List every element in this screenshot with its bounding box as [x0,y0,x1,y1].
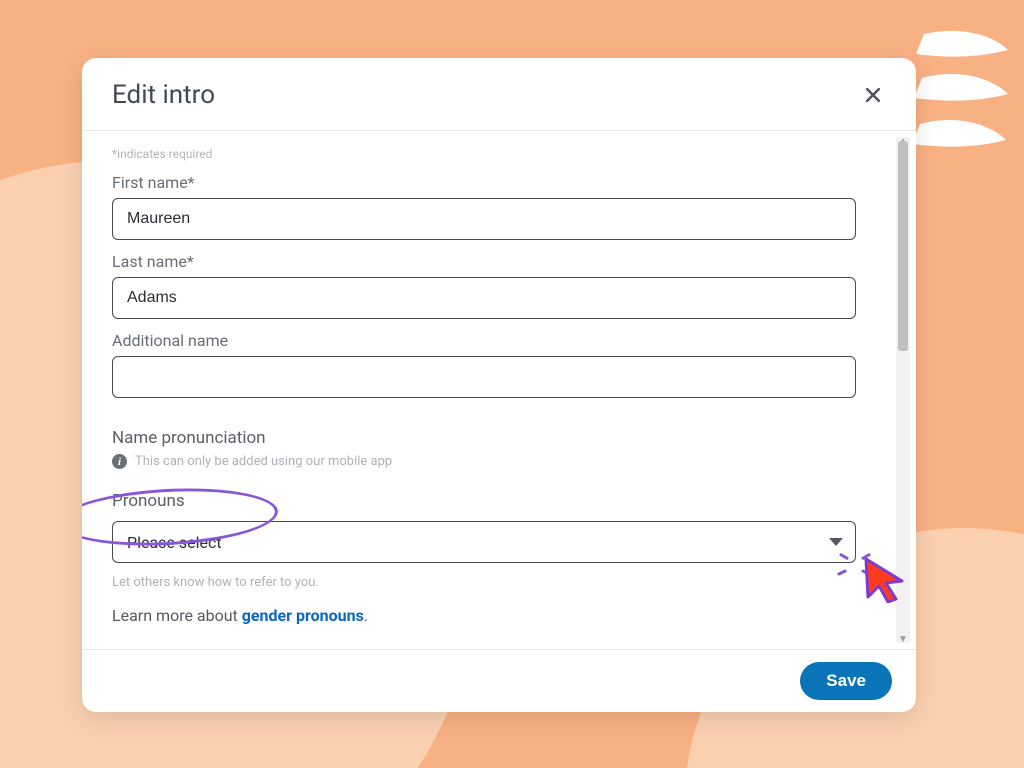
required-note: *indicates required [112,147,886,161]
first-name-input[interactable] [112,198,856,240]
close-icon [863,85,883,105]
scroll-down-icon[interactable]: ▼ [896,633,910,645]
last-name-input[interactable] [112,277,856,319]
pronouns-helper-text: Let others know how to refer to you. [112,575,886,590]
pronunciation-heading: Name pronunciation [112,428,886,448]
pronunciation-info-text: This can only be added using our mobile … [135,454,392,469]
modal-footer: Save [82,649,916,712]
save-button[interactable]: Save [800,662,892,700]
pronouns-heading: Pronouns [112,491,886,511]
close-button[interactable] [858,80,888,110]
modal-title: Edit intro [112,80,215,110]
last-name-label: Last name* [112,252,886,271]
first-name-label: First name* [112,173,886,192]
learn-more-line: Learn more about gender pronouns. [112,606,886,625]
scrollbar[interactable]: ▲ ▼ [896,137,910,643]
pronouns-select[interactable]: Please select [112,521,856,563]
additional-name-label: Additional name [112,331,886,350]
edit-intro-modal: Edit intro *indicates required First nam… [82,58,916,712]
learn-more-period: . [364,606,368,625]
modal-header: Edit intro [82,58,916,131]
gender-pronouns-link[interactable]: gender pronouns [242,606,364,625]
caret-down-icon [829,538,843,546]
stage: Edit intro *indicates required First nam… [0,0,1024,768]
brand-stripes-icon [904,28,1014,188]
learn-more-prefix: Learn more about [112,606,242,625]
scrollbar-thumb[interactable] [898,141,908,351]
additional-name-input[interactable] [112,356,856,398]
info-icon: i [112,454,127,469]
modal-body: *indicates required First name* Last nam… [82,131,916,649]
pronunciation-info-row: i This can only be added using our mobil… [112,454,886,469]
pronouns-select-value: Please select [127,533,222,552]
